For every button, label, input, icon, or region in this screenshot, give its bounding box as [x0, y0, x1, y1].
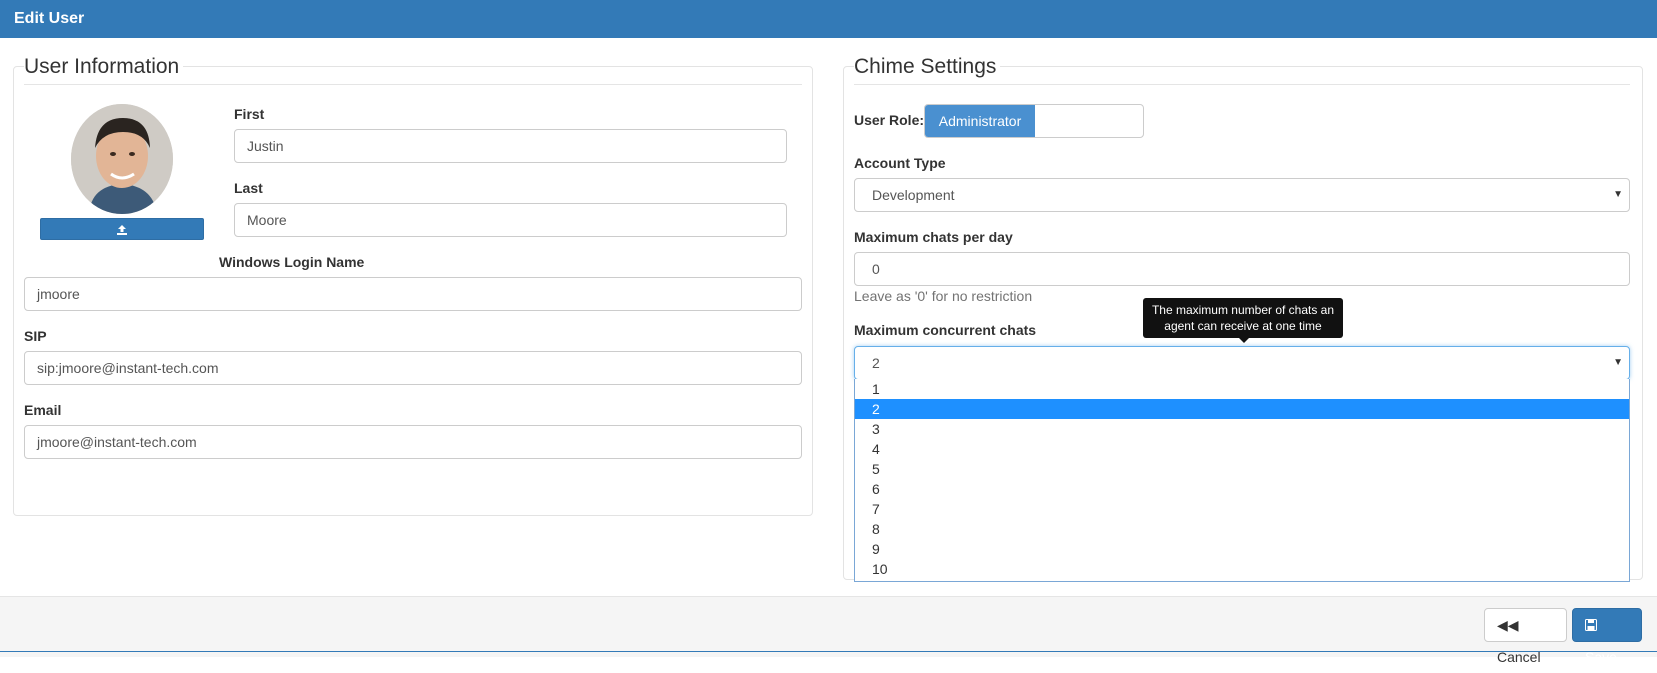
cancel-label: Cancel — [1497, 649, 1541, 665]
dialog-body: User Information First Justin Last Moore… — [0, 38, 1657, 596]
first-label: First — [234, 106, 265, 122]
option-4[interactable]: 4 — [855, 439, 1629, 459]
option-10[interactable]: 10 — [855, 559, 1629, 579]
avatar-photo — [71, 104, 173, 214]
email-label: Email — [24, 402, 62, 418]
dialog-title: Edit User — [0, 0, 1657, 38]
email-input[interactable]: jmoore@instant-tech.com — [24, 425, 802, 459]
account-type-label: Account Type — [854, 155, 946, 171]
chevron-down-icon: ▼ — [1613, 357, 1623, 368]
option-1[interactable]: 1 — [855, 379, 1629, 399]
max-concurrent-options: 1 2 3 4 5 6 7 8 9 10 — [854, 379, 1630, 582]
user-role-label: User Role: — [854, 112, 925, 128]
first-name-input[interactable]: Justin — [234, 129, 787, 163]
sip-label: SIP — [24, 328, 47, 344]
save-label: Save — [1585, 649, 1617, 665]
option-9[interactable]: 9 — [855, 539, 1629, 559]
max-chats-input[interactable]: 0 — [854, 252, 1630, 286]
cancel-button[interactable]: ◀◀ Cancel — [1484, 608, 1567, 665]
account-type-select[interactable]: Development ▼ — [854, 178, 1630, 212]
max-concurrent-value: 2 — [872, 355, 880, 371]
option-6[interactable]: 6 — [855, 479, 1629, 499]
user-information-legend: User Information — [24, 55, 184, 79]
upload-icon — [117, 224, 127, 235]
chime-settings-legend: Chime Settings — [854, 55, 1001, 79]
max-chats-label: Maximum chats per day — [854, 229, 1013, 245]
sip-input[interactable]: sip:jmoore@instant-tech.com — [24, 351, 802, 385]
user-role-toggle[interactable]: Administrator — [924, 104, 1144, 138]
option-8[interactable]: 8 — [855, 519, 1629, 539]
tooltip-line-2: agent can receive at one time — [1164, 319, 1322, 333]
tooltip-arrow — [1239, 338, 1249, 343]
last-name-input[interactable]: Moore — [234, 203, 787, 237]
floppy-disk-icon — [1585, 619, 1597, 631]
option-5[interactable]: 5 — [855, 459, 1629, 479]
save-button[interactable]: Save — [1572, 608, 1642, 665]
max-concurrent-label: Maximum concurrent chats — [854, 322, 1037, 338]
max-concurrent-select[interactable]: 2 ▼ — [854, 346, 1630, 380]
windows-login-label: Windows Login Name — [219, 254, 365, 270]
max-chats-help: Leave as '0' for no restriction — [854, 288, 1033, 304]
account-type-value: Development — [872, 187, 955, 203]
legend-rule — [24, 84, 802, 85]
chevron-down-icon: ▼ — [1613, 189, 1623, 200]
dialog-footer — [0, 596, 1657, 657]
option-7[interactable]: 7 — [855, 499, 1629, 519]
legend-rule — [854, 84, 1630, 85]
max-concurrent-tooltip: The maximum number of chats an agent can… — [1143, 298, 1343, 343]
upload-photo-button[interactable] — [40, 218, 204, 240]
windows-login-input[interactable]: jmoore — [24, 277, 802, 311]
tooltip-line-1: The maximum number of chats an — [1151, 303, 1335, 317]
last-label: Last — [234, 180, 263, 196]
option-3[interactable]: 3 — [855, 419, 1629, 439]
footer-rule — [0, 651, 1657, 652]
backward-icon: ◀◀ — [1497, 617, 1519, 633]
role-administrator-button[interactable]: Administrator — [925, 105, 1035, 137]
avatar — [71, 104, 173, 214]
option-2[interactable]: 2 — [855, 399, 1629, 419]
